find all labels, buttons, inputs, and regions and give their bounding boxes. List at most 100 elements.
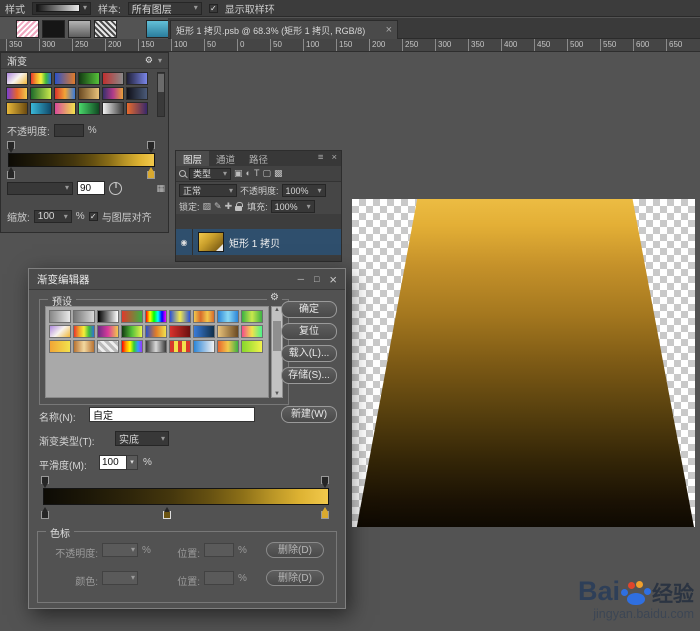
gradient-swatch[interactable] [102,87,124,100]
gradient-swatch[interactable] [145,340,167,353]
sample-dropdown[interactable]: 所有图层 ▾ [128,2,202,15]
color-position-input[interactable] [204,571,234,585]
chevron-down-icon[interactable]: ▾ [127,455,138,470]
chevron-down-icon[interactable]: ▾ [158,57,162,65]
style-swatch-stripes-pink[interactable] [16,20,39,38]
scroll-down-icon[interactable]: ▼ [274,391,280,397]
gradient-type-dropdown[interactable]: 实底 ▾ [115,431,169,446]
gradient-swatch[interactable] [49,340,71,353]
gradient-swatch[interactable] [6,102,28,115]
color-stop-middle[interactable] [163,511,171,519]
gradient-preview-dropdown[interactable]: ▾ [32,2,91,15]
reset-button[interactable]: 复位 [281,323,337,340]
gradient-edit-bar[interactable] [43,488,329,505]
opacity-stop-left[interactable] [7,141,15,149]
zoom-dropdown[interactable]: 100 ▾ [34,210,72,223]
visibility-eye-icon[interactable]: ◉ [176,229,193,255]
align-checkbox[interactable]: ✓ [89,212,98,221]
load-button[interactable]: 载入(L)... [281,345,337,362]
dialog-title-bar[interactable]: 渐变编辑器 ─ □ × [29,269,345,290]
color-stop-right[interactable] [321,511,329,519]
gradient-swatch[interactable] [49,310,71,323]
gradient-swatch[interactable] [126,87,148,100]
style-swatch-black[interactable] [42,20,65,38]
gradient-swatch[interactable] [217,325,239,338]
delete-opacity-stop-button[interactable]: 删除(D) [266,542,324,558]
blend-mode-dropdown[interactable]: 正常 ▾ [179,184,237,197]
smoothness-input[interactable] [99,455,127,470]
gradient-swatch[interactable] [54,87,76,100]
gradient-swatch[interactable] [73,340,95,353]
gradient-swatch[interactable] [102,102,124,115]
gear-icon[interactable]: ⚙ [267,292,282,303]
delete-color-stop-button[interactable]: 删除(D) [266,570,324,586]
gradient-swatch[interactable] [78,102,100,115]
gradient-swatch[interactable] [217,340,239,353]
gradient-swatch[interactable] [30,72,52,85]
gradient-swatch[interactable] [49,325,71,338]
gradient-swatch[interactable] [121,340,143,353]
new-button[interactable]: 新建(W) [281,406,337,423]
gradient-swatch[interactable] [241,340,263,353]
minimize-icon[interactable]: ─ [298,275,304,284]
gradient-swatch[interactable] [97,310,119,323]
filter-adjustment-icon[interactable]: ◐ [246,169,251,178]
color-stop-left[interactable] [7,171,15,179]
style-swatch-teal[interactable] [146,20,169,38]
filter-smart-icon[interactable]: ▩ [274,169,283,178]
filter-type-dropdown[interactable]: 类型 ▾ [189,168,231,180]
maximize-icon[interactable]: □ [314,275,319,284]
close-icon[interactable]: × [329,273,337,286]
gradient-swatch[interactable] [97,325,119,338]
gradient-swatch[interactable] [102,72,124,85]
stop-color-swatch[interactable]: ▾ [102,571,138,585]
gradient-swatch[interactable] [6,72,28,85]
tab-paths[interactable]: 路径 [242,151,275,166]
gradient-swatch[interactable] [121,325,143,338]
gradient-swatch[interactable] [126,72,148,85]
angle-input[interactable] [77,181,105,195]
opacity-stop-right[interactable] [321,476,329,484]
lock-pixels-icon[interactable]: ✎ [214,202,222,211]
lock-transparency-icon[interactable]: ▨ [203,202,212,211]
filter-pixel-icon[interactable]: ▣ [234,169,243,178]
gradient-swatch[interactable] [241,325,263,338]
lock-all-icon[interactable] [235,206,242,211]
opacity-input[interactable] [54,124,84,137]
tab-channels[interactable]: 通道 [209,151,242,166]
filter-type-icon[interactable]: T [254,169,260,178]
gradient-swatch[interactable] [73,310,95,323]
gradient-swatch[interactable] [145,325,167,338]
layer-row[interactable]: ◉ 矩形 1 拷贝 [176,229,341,255]
show-ring-checkbox[interactable]: ✓ [209,4,218,13]
gradient-swatch[interactable] [30,102,52,115]
stop-opacity-dropdown[interactable]: ▾ [102,543,138,557]
ok-button[interactable]: 确定 [281,301,337,318]
lock-position-icon[interactable]: ✚ [225,202,233,211]
grid-icon[interactable]: ▦ [156,184,165,193]
gear-icon[interactable]: ⚙ [145,55,153,66]
gradient-swatch[interactable] [126,102,148,115]
tab-layers[interactable]: 图层 [176,151,209,166]
gradient-swatch[interactable] [169,325,191,338]
scroll-up-icon[interactable]: ▲ [274,307,280,313]
angle-dial[interactable] [109,182,122,195]
document-canvas[interactable] [352,199,695,527]
scrollbar-thumb[interactable] [273,321,281,351]
gradient-swatch[interactable] [97,340,119,353]
gradient-swatch[interactable] [73,325,95,338]
name-input[interactable] [89,407,255,422]
gradient-swatch[interactable] [193,325,215,338]
gradient-swatch[interactable] [193,340,215,353]
scrollbar[interactable] [157,72,165,117]
layer-name[interactable]: 矩形 1 拷贝 [229,235,280,250]
fill-dropdown[interactable]: 100% ▾ [271,200,315,213]
gradient-swatch[interactable] [78,72,100,85]
gradient-bar[interactable] [8,153,155,167]
gradient-trapezoid-shape[interactable] [352,199,695,527]
opacity-stop-right[interactable] [147,141,155,149]
gradient-swatch[interactable] [54,102,76,115]
close-icon[interactable]: × [327,151,341,166]
color-stop-left[interactable] [41,511,49,519]
style-swatch-gray-gradient[interactable] [68,20,91,38]
